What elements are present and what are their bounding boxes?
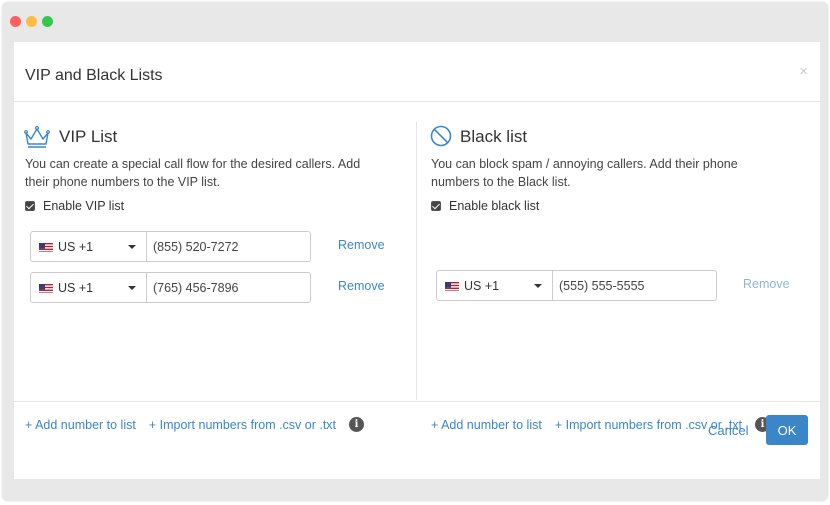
vip-actions: + Add number to list + Import numbers fr… (25, 417, 365, 432)
remove-button[interactable]: Remove (338, 238, 385, 252)
black-entry-row: US +1 (555) 555-5555 (436, 270, 717, 301)
country-code-select[interactable]: US +1 (30, 272, 147, 303)
phone-number-input[interactable]: (855) 520-7272 (147, 231, 311, 262)
minimize-window-button[interactable] (26, 16, 37, 27)
close-window-button[interactable] (10, 16, 21, 27)
crown-icon (24, 125, 50, 149)
country-code-label: US +1 (464, 278, 500, 293)
phone-number-input[interactable]: (555) 555-5555 (553, 270, 717, 301)
checkbox-checked[interactable] (431, 201, 441, 211)
us-flag-icon (39, 283, 53, 293)
cancel-button[interactable]: Cancel (708, 423, 748, 438)
maximize-window-button[interactable] (42, 16, 53, 27)
black-description-line: numbers to the Black list. (431, 175, 571, 189)
vip-entry-row: US +1 (855) 520-7272 (30, 231, 311, 262)
dialog-header: VIP and Black Lists × (14, 42, 820, 102)
chevron-down-icon (534, 284, 542, 288)
block-icon (430, 125, 452, 149)
remove-button[interactable]: Remove (743, 277, 790, 291)
phone-number-input[interactable]: (765) 456-7896 (147, 272, 311, 303)
black-list-title-text: Black list (460, 127, 528, 146)
enable-black-label: Enable black list (449, 199, 540, 213)
country-code-label: US +1 (58, 280, 94, 295)
vip-black-lists-dialog: VIP and Black Lists × VIP List You can c… (14, 42, 820, 479)
ok-button[interactable]: OK (766, 415, 808, 445)
chevron-down-icon (128, 286, 136, 290)
vip-list-description: You can create a special call flow for t… (25, 155, 360, 191)
enable-black-checkbox[interactable]: Enable black list (431, 199, 539, 213)
black-description-line: You can block spam / annoying callers. A… (431, 157, 738, 171)
vip-list-title-text: VIP List (59, 127, 118, 146)
country-code-label: US +1 (58, 239, 94, 254)
black-list-panel: Black list You can block spam / annoying… (417, 102, 820, 432)
add-number-link[interactable]: + Add number to list (431, 418, 542, 432)
add-number-link[interactable]: + Add number to list (25, 418, 136, 432)
country-code-select[interactable]: US +1 (30, 231, 147, 262)
country-code-select[interactable]: US +1 (436, 270, 553, 301)
us-flag-icon (39, 242, 53, 252)
chevron-down-icon (128, 245, 136, 249)
vip-entry-row: US +1 (765) 456-7896 (30, 272, 311, 303)
footer-divider (14, 401, 820, 402)
us-flag-icon (445, 281, 459, 291)
info-icon[interactable]: i (349, 417, 365, 432)
vip-list-panel: VIP List You can create a special call f… (14, 102, 416, 432)
enable-vip-checkbox[interactable]: Enable VIP list (25, 199, 124, 213)
window-controls (10, 16, 53, 27)
vip-description-line: You can create a special call flow for t… (25, 157, 361, 171)
black-list-description: You can block spam / annoying callers. A… (431, 155, 738, 191)
enable-vip-label: Enable VIP list (43, 199, 125, 213)
dialog-title: VIP and Black Lists (25, 67, 163, 84)
vip-list-title: VIP List (24, 125, 117, 149)
remove-button[interactable]: Remove (338, 279, 385, 293)
import-numbers-link[interactable]: + Import numbers from .csv or .txt (149, 418, 336, 432)
close-icon[interactable]: × (799, 64, 808, 79)
checkbox-checked[interactable] (25, 201, 35, 211)
app-window: VIP and Black Lists × VIP List You can c… (2, 2, 828, 501)
black-list-title: Black list (430, 125, 527, 149)
vip-description-line: their phone numbers to the VIP list. (25, 175, 221, 189)
